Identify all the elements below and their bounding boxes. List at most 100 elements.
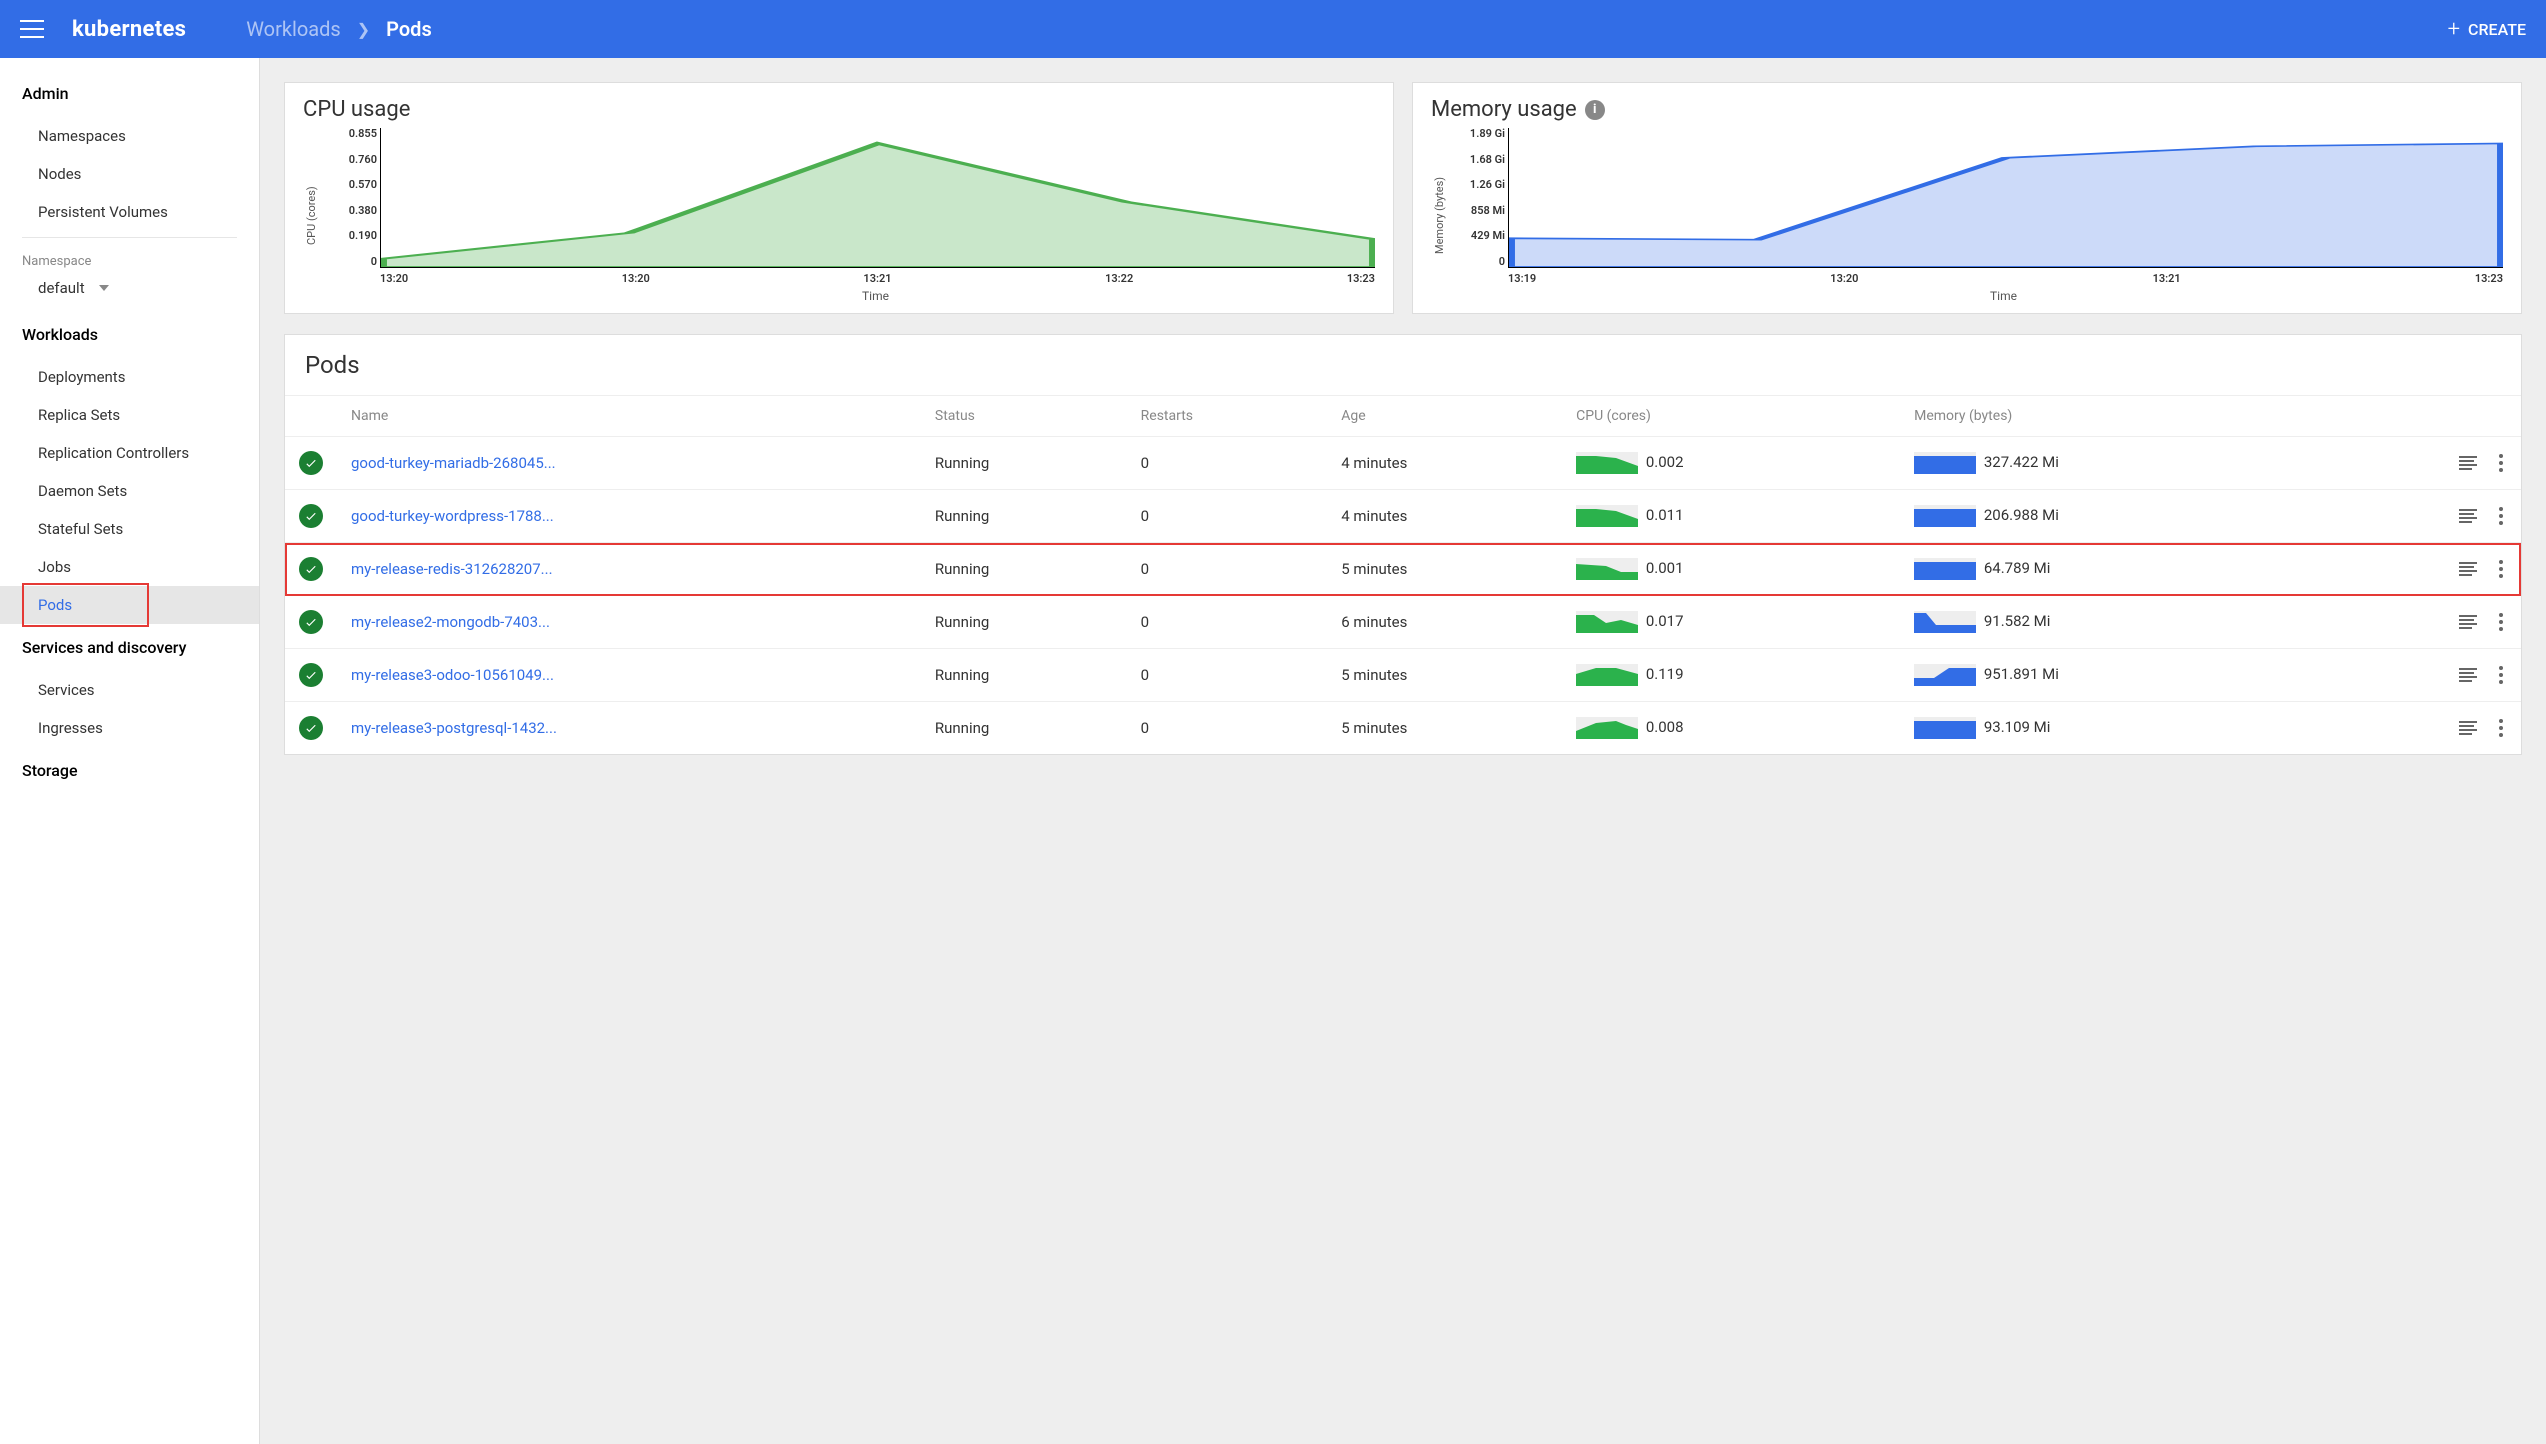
pod-restarts: 0 [1127, 702, 1328, 755]
namespace-select[interactable]: default [0, 271, 259, 311]
mem-ylabel: Memory (bytes) [1431, 128, 1448, 303]
sidebar-item-ingresses[interactable]: Ingresses [0, 709, 259, 747]
sidebar-item-replica-sets[interactable]: Replica Sets [0, 396, 259, 434]
kebab-icon[interactable] [2495, 719, 2507, 737]
logs-icon[interactable] [2459, 562, 2477, 576]
pod-status: Running [921, 596, 1127, 649]
sidebar-heading-admin: Admin [0, 70, 259, 117]
kebab-icon[interactable] [2495, 560, 2507, 578]
col-restarts[interactable]: Restarts [1127, 396, 1328, 437]
create-button[interactable]: + CREATE [2448, 17, 2526, 42]
caret-down-icon [99, 285, 109, 291]
kebab-icon[interactable] [2495, 613, 2507, 631]
pod-age: 4 minutes [1327, 437, 1562, 490]
pod-restarts: 0 [1127, 490, 1328, 543]
pod-cpu: 0.119 [1562, 649, 1900, 702]
pod-cpu: 0.001 [1562, 543, 1900, 596]
topbar: kubernetes Workloads ❯ Pods + CREATE [0, 0, 2546, 58]
pod-memory: 206.988 Mi [1900, 490, 2331, 543]
pod-memory: 91.582 Mi [1900, 596, 2331, 649]
pod-name-link[interactable]: my-release-redis-312628207... [351, 560, 561, 578]
pod-memory: 327.422 Mi [1900, 437, 2331, 490]
pod-name-link[interactable]: good-turkey-wordpress-1788... [351, 507, 561, 525]
pod-restarts: 0 [1127, 543, 1328, 596]
status-ok-icon [299, 716, 323, 740]
mem-chart: 1.89 Gi1.68 Gi1.26 Gi858 Mi429 Mi0 [1508, 128, 2503, 268]
pod-age: 6 minutes [1327, 596, 1562, 649]
sidebar-item-jobs[interactable]: Jobs [0, 548, 259, 586]
status-ok-icon [299, 557, 323, 581]
status-ok-icon [299, 610, 323, 634]
pod-memory: 93.109 Mi [1900, 702, 2331, 755]
pods-table: NameStatusRestartsAgeCPU (cores)Memory (… [285, 395, 2521, 754]
menu-icon[interactable] [20, 17, 44, 41]
cpu-xlabel: Time [376, 289, 1375, 303]
sidebar-heading-workloads: Workloads [0, 311, 259, 358]
kebab-icon[interactable] [2495, 454, 2507, 472]
sidebar-heading-services: Services and discovery [0, 624, 259, 671]
pod-name-link[interactable]: good-turkey-mariadb-268045... [351, 454, 561, 472]
breadcrumb: Workloads ❯ Pods [246, 17, 432, 41]
status-ok-icon [299, 504, 323, 528]
table-row: good-turkey-mariadb-268045... Running 0 … [285, 437, 2521, 490]
kebab-icon[interactable] [2495, 666, 2507, 684]
sidebar-item-deployments[interactable]: Deployments [0, 358, 259, 396]
pod-status: Running [921, 702, 1127, 755]
kebab-icon[interactable] [2495, 507, 2507, 525]
sidebar-heading-storage: Storage [0, 747, 259, 794]
table-row: good-turkey-wordpress-1788... Running 0 … [285, 490, 2521, 543]
col-age[interactable]: Age [1327, 396, 1562, 437]
sidebar-item-namespaces[interactable]: Namespaces [0, 117, 259, 155]
sidebar-item-stateful-sets[interactable]: Stateful Sets [0, 510, 259, 548]
pod-status: Running [921, 437, 1127, 490]
sidebar-item-nodes[interactable]: Nodes [0, 155, 259, 193]
sidebar-item-pods[interactable]: Pods [0, 586, 259, 624]
col-memory-bytes-[interactable]: Memory (bytes) [1900, 396, 2331, 437]
mem-xlabel: Time [1504, 289, 2503, 303]
namespace-value: default [38, 279, 85, 297]
pods-table-card: Pods NameStatusRestartsAgeCPU (cores)Mem… [284, 334, 2522, 755]
table-row: my-release3-odoo-10561049... Running 0 5… [285, 649, 2521, 702]
mem-card-title: Memory usage i [1431, 97, 2503, 122]
pod-name-link[interactable]: my-release3-postgresql-1432... [351, 719, 561, 737]
logs-icon[interactable] [2459, 668, 2477, 682]
pod-status: Running [921, 543, 1127, 596]
logs-icon[interactable] [2459, 509, 2477, 523]
pod-memory: 64.789 Mi [1900, 543, 2331, 596]
logs-icon[interactable] [2459, 615, 2477, 629]
sidebar-item-replication-controllers[interactable]: Replication Controllers [0, 434, 259, 472]
pod-status: Running [921, 649, 1127, 702]
pod-restarts: 0 [1127, 649, 1328, 702]
brand-logo: kubernetes [72, 17, 186, 42]
pod-age: 4 minutes [1327, 490, 1562, 543]
pod-cpu: 0.002 [1562, 437, 1900, 490]
col-name[interactable]: Name [337, 396, 921, 437]
breadcrumb-parent[interactable]: Workloads [246, 17, 341, 41]
create-label: CREATE [2468, 20, 2526, 39]
col-cpu-cores-[interactable]: CPU (cores) [1562, 396, 1900, 437]
sidebar: Admin NamespacesNodesPersistent Volumes … [0, 58, 260, 1444]
sidebar-item-services[interactable]: Services [0, 671, 259, 709]
logs-icon[interactable] [2459, 721, 2477, 735]
cpu-usage-card: CPU usage CPU (cores) 0.8550.7600.5700.3… [284, 82, 1394, 314]
sidebar-item-persistent-volumes[interactable]: Persistent Volumes [0, 193, 259, 231]
table-row: my-release3-postgresql-1432... Running 0… [285, 702, 2521, 755]
cpu-card-title: CPU usage [303, 97, 1375, 122]
pod-name-link[interactable]: my-release3-odoo-10561049... [351, 666, 561, 684]
col-status[interactable]: Status [921, 396, 1127, 437]
sidebar-item-daemon-sets[interactable]: Daemon Sets [0, 472, 259, 510]
pod-name-link[interactable]: my-release2-mongodb-7403... [351, 613, 561, 631]
status-ok-icon [299, 451, 323, 475]
logs-icon[interactable] [2459, 456, 2477, 470]
pod-memory: 951.891 Mi [1900, 649, 2331, 702]
status-ok-icon [299, 663, 323, 687]
memory-usage-card: Memory usage i Memory (bytes) 1.89 Gi1.6… [1412, 82, 2522, 314]
info-icon[interactable]: i [1585, 100, 1605, 120]
breadcrumb-current: Pods [386, 17, 432, 41]
pod-status: Running [921, 490, 1127, 543]
table-row: my-release2-mongodb-7403... Running 0 6 … [285, 596, 2521, 649]
plus-icon: + [2448, 17, 2460, 42]
main-content: CPU usage CPU (cores) 0.8550.7600.5700.3… [260, 58, 2546, 1444]
namespace-label: Namespace [0, 244, 259, 271]
pod-cpu: 0.017 [1562, 596, 1900, 649]
